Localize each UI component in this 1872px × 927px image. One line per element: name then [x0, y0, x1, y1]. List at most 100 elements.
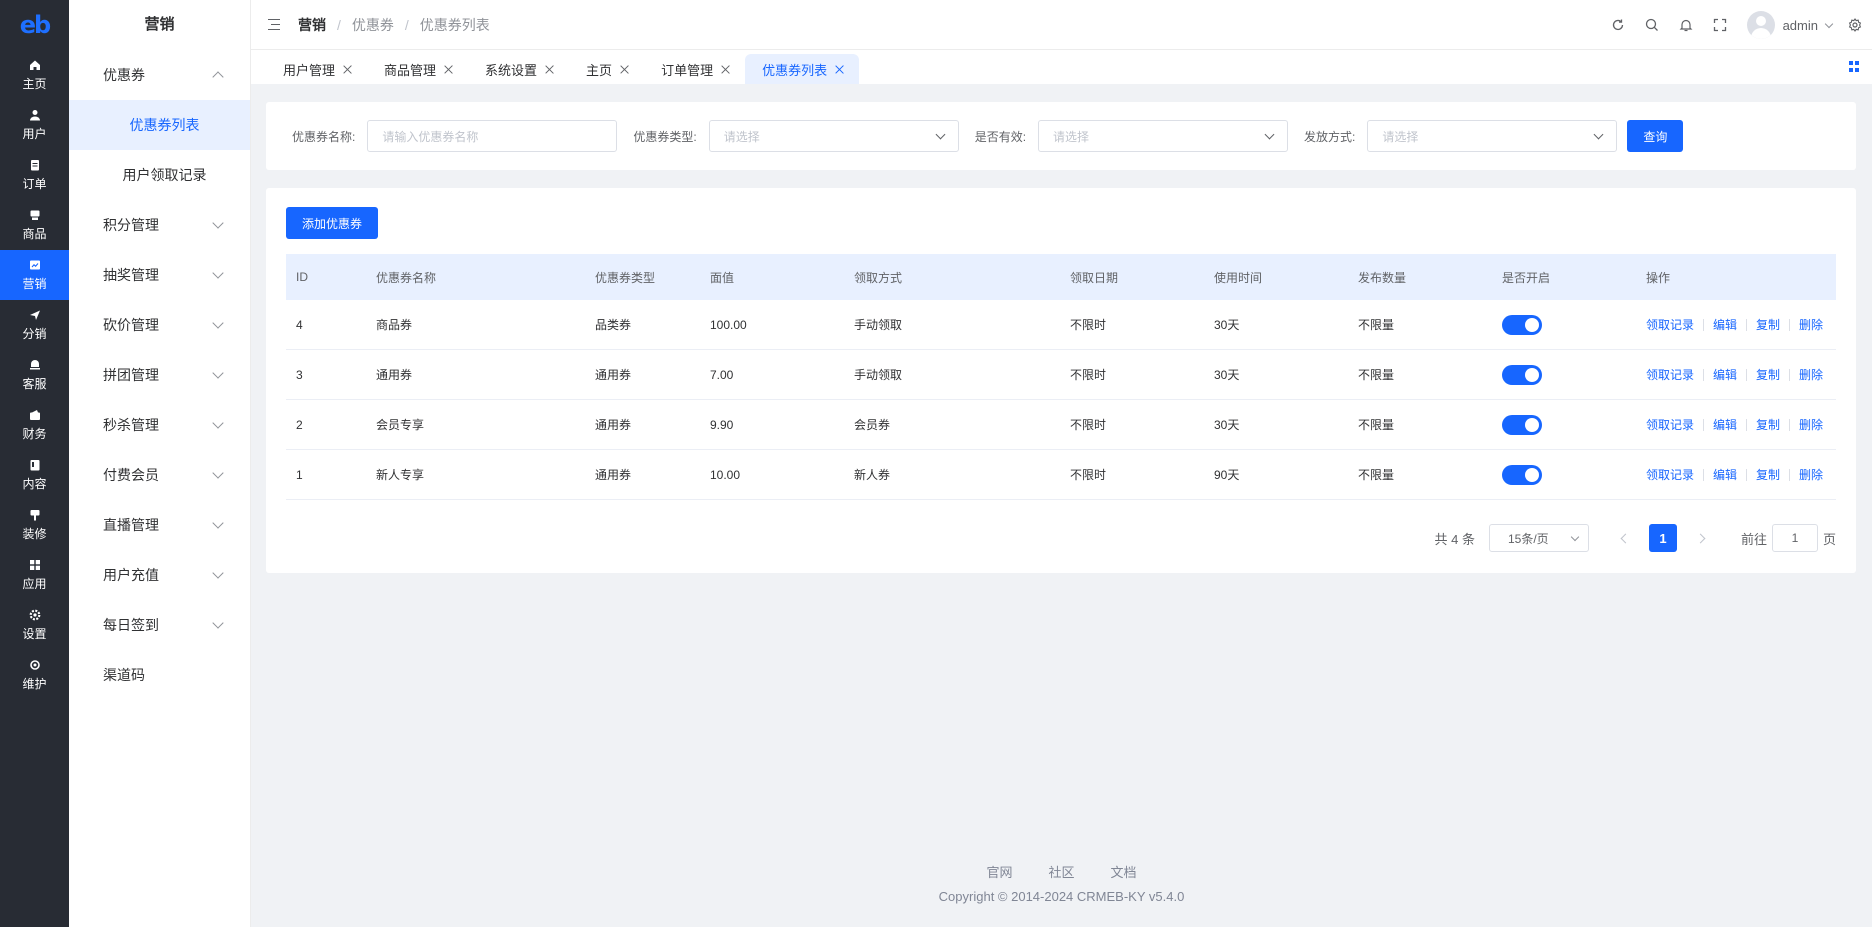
rail-item-content[interactable]: 内容	[0, 450, 69, 500]
tab-item[interactable]: 系统设置	[468, 54, 569, 84]
brand-logo[interactable]: eb	[0, 0, 69, 50]
rail-item-order[interactable]: 订单	[0, 150, 69, 200]
delete-link[interactable]: 删除	[1799, 466, 1823, 483]
tab-item[interactable]: 主页	[569, 54, 644, 84]
sidebar-group[interactable]: 积分管理	[69, 200, 250, 250]
secondary-sidebar: 营销 优惠券 优惠券列表 用户领取记录 积分管理 抽奖管理 砍价管理 拼团管理 秒杀管理…	[69, 0, 251, 927]
gear-icon[interactable]	[1842, 0, 1868, 50]
sidebar-group-label: 砍价管理	[103, 317, 159, 333]
column-header: 使用时间	[1214, 270, 1263, 285]
records-link[interactable]: 领取记录	[1646, 366, 1694, 383]
copy-link[interactable]: 复制	[1756, 466, 1780, 483]
close-icon[interactable]	[444, 65, 453, 74]
records-link[interactable]: 领取记录	[1646, 316, 1694, 333]
sidebar-group[interactable]: 每日签到	[69, 600, 250, 650]
copy-link[interactable]: 复制	[1756, 366, 1780, 383]
close-icon[interactable]	[343, 65, 352, 74]
sidebar-group[interactable]: 用户充值	[69, 550, 250, 600]
cell-count: 不限量	[1358, 318, 1395, 332]
tabs-menu-icon[interactable]	[1849, 61, 1860, 72]
tab-label: 用户管理	[283, 62, 336, 78]
edit-link[interactable]: 编辑	[1713, 416, 1737, 433]
sidebar-group[interactable]: 抽奖管理	[69, 250, 250, 300]
sidebar-group[interactable]: 直播管理	[69, 500, 250, 550]
delete-link[interactable]: 删除	[1799, 316, 1823, 333]
rail-item-marketing[interactable]: 营销	[0, 250, 69, 300]
cell-method: 手动领取	[854, 368, 903, 382]
valid-select[interactable]: 请选择	[1038, 120, 1289, 152]
rail-item-user[interactable]: 用户	[0, 100, 69, 150]
copy-link[interactable]: 复制	[1756, 316, 1780, 333]
enable-switch[interactable]	[1502, 414, 1542, 435]
close-icon[interactable]	[721, 65, 730, 74]
rail-item-maintenance[interactable]: 维护	[0, 650, 69, 700]
enable-switch[interactable]	[1502, 464, 1542, 485]
bell-icon[interactable]	[1669, 0, 1703, 50]
delete-link[interactable]: 删除	[1799, 366, 1823, 383]
rail-item-decorate[interactable]: 装修	[0, 500, 69, 550]
rail-item-finance[interactable]: 财务	[0, 400, 69, 450]
chevron-down-icon[interactable]	[1824, 19, 1834, 28]
goto-page-input[interactable]	[1771, 524, 1818, 552]
sidebar-item-coupon-list[interactable]: 优惠券列表	[69, 100, 250, 150]
tab-item[interactable]: 订单管理	[644, 54, 745, 84]
avatar[interactable]	[1746, 11, 1775, 39]
close-icon[interactable]	[545, 65, 554, 74]
page-number-current[interactable]: 1	[1648, 524, 1677, 552]
method-select[interactable]: 请选择	[1367, 120, 1618, 152]
coupon-name-input[interactable]: 请输入优惠券名称	[367, 120, 618, 152]
delete-link[interactable]: 删除	[1799, 416, 1823, 433]
sidebar-group[interactable]: 付费会员	[69, 450, 250, 500]
column-header: 领取日期	[1070, 270, 1119, 285]
username[interactable]: admin	[1783, 18, 1818, 33]
sidebar-group[interactable]: 拼团管理	[69, 350, 250, 400]
sidebar-group[interactable]: 砍价管理	[69, 300, 250, 350]
table-row: 4 商品券 品类券 100.00 手动领取 不限时 30天 不限量 领取记录 编辑 复制 删除	[286, 300, 1836, 350]
breadcrumb-item[interactable]: 营销	[298, 15, 326, 35]
rail-item-apps[interactable]: 应用	[0, 550, 69, 600]
menu-toggle-icon[interactable]	[268, 18, 284, 31]
rail-item-label: 内容	[22, 476, 47, 491]
records-link[interactable]: 领取记录	[1646, 466, 1694, 483]
query-button[interactable]: 查询	[1627, 120, 1684, 152]
search-icon[interactable]	[1635, 0, 1669, 50]
edit-link[interactable]: 编辑	[1713, 466, 1737, 483]
next-page-icon[interactable]	[1687, 524, 1717, 552]
sidebar-item-coupon-records[interactable]: 用户领取记录	[69, 150, 250, 200]
sidebar-group-coupon[interactable]: 优惠券	[69, 50, 250, 100]
prev-page-icon[interactable]	[1609, 524, 1639, 552]
edit-link[interactable]: 编辑	[1713, 316, 1737, 333]
page-size-select[interactable]: 15条/页	[1488, 524, 1589, 552]
rail-item-settings[interactable]: 设置	[0, 600, 69, 650]
enable-switch[interactable]	[1502, 314, 1542, 335]
coupon-type-select[interactable]: 请选择	[708, 120, 959, 152]
page-tabs: 用户管理 商品管理 系统设置 主页 订单管理 优惠券列表	[251, 50, 1872, 84]
fullscreen-icon[interactable]	[1703, 0, 1737, 50]
tab-item[interactable]: 商品管理	[367, 54, 468, 84]
rail-item-home[interactable]: 主页	[0, 50, 69, 100]
sidebar-group[interactable]: 秒杀管理	[69, 400, 250, 450]
cell-enabled	[1492, 364, 1636, 385]
tab-item[interactable]: 优惠券列表	[745, 54, 860, 84]
footer-link[interactable]: 社区	[1048, 862, 1074, 881]
rail-item-distribution[interactable]: 分销	[0, 300, 69, 350]
close-icon[interactable]	[620, 65, 629, 74]
copy-link[interactable]: 复制	[1756, 416, 1780, 433]
sidebar-item-channel-code[interactable]: 渠道码	[69, 650, 250, 700]
edit-link[interactable]: 编辑	[1713, 366, 1737, 383]
rail-item-service[interactable]: 客服	[0, 350, 69, 400]
refresh-icon[interactable]	[1601, 0, 1635, 50]
rail-item-product[interactable]: 商品	[0, 200, 69, 250]
add-coupon-button[interactable]: 添加优惠券	[286, 207, 378, 239]
footer-link[interactable]: 官网	[986, 862, 1012, 881]
tab-item[interactable]: 用户管理	[266, 54, 367, 84]
sidebar-group-label: 优惠券	[103, 67, 145, 83]
close-icon[interactable]	[835, 65, 844, 74]
chevron-down-icon	[212, 567, 224, 579]
enable-switch[interactable]	[1502, 364, 1542, 385]
breadcrumb-item[interactable]: 优惠券	[352, 15, 394, 35]
records-link[interactable]: 领取记录	[1646, 416, 1694, 433]
rail-item-label: 主页	[22, 76, 47, 91]
cell-value: 100.00	[710, 317, 747, 332]
footer-link[interactable]: 文档	[1111, 862, 1137, 881]
